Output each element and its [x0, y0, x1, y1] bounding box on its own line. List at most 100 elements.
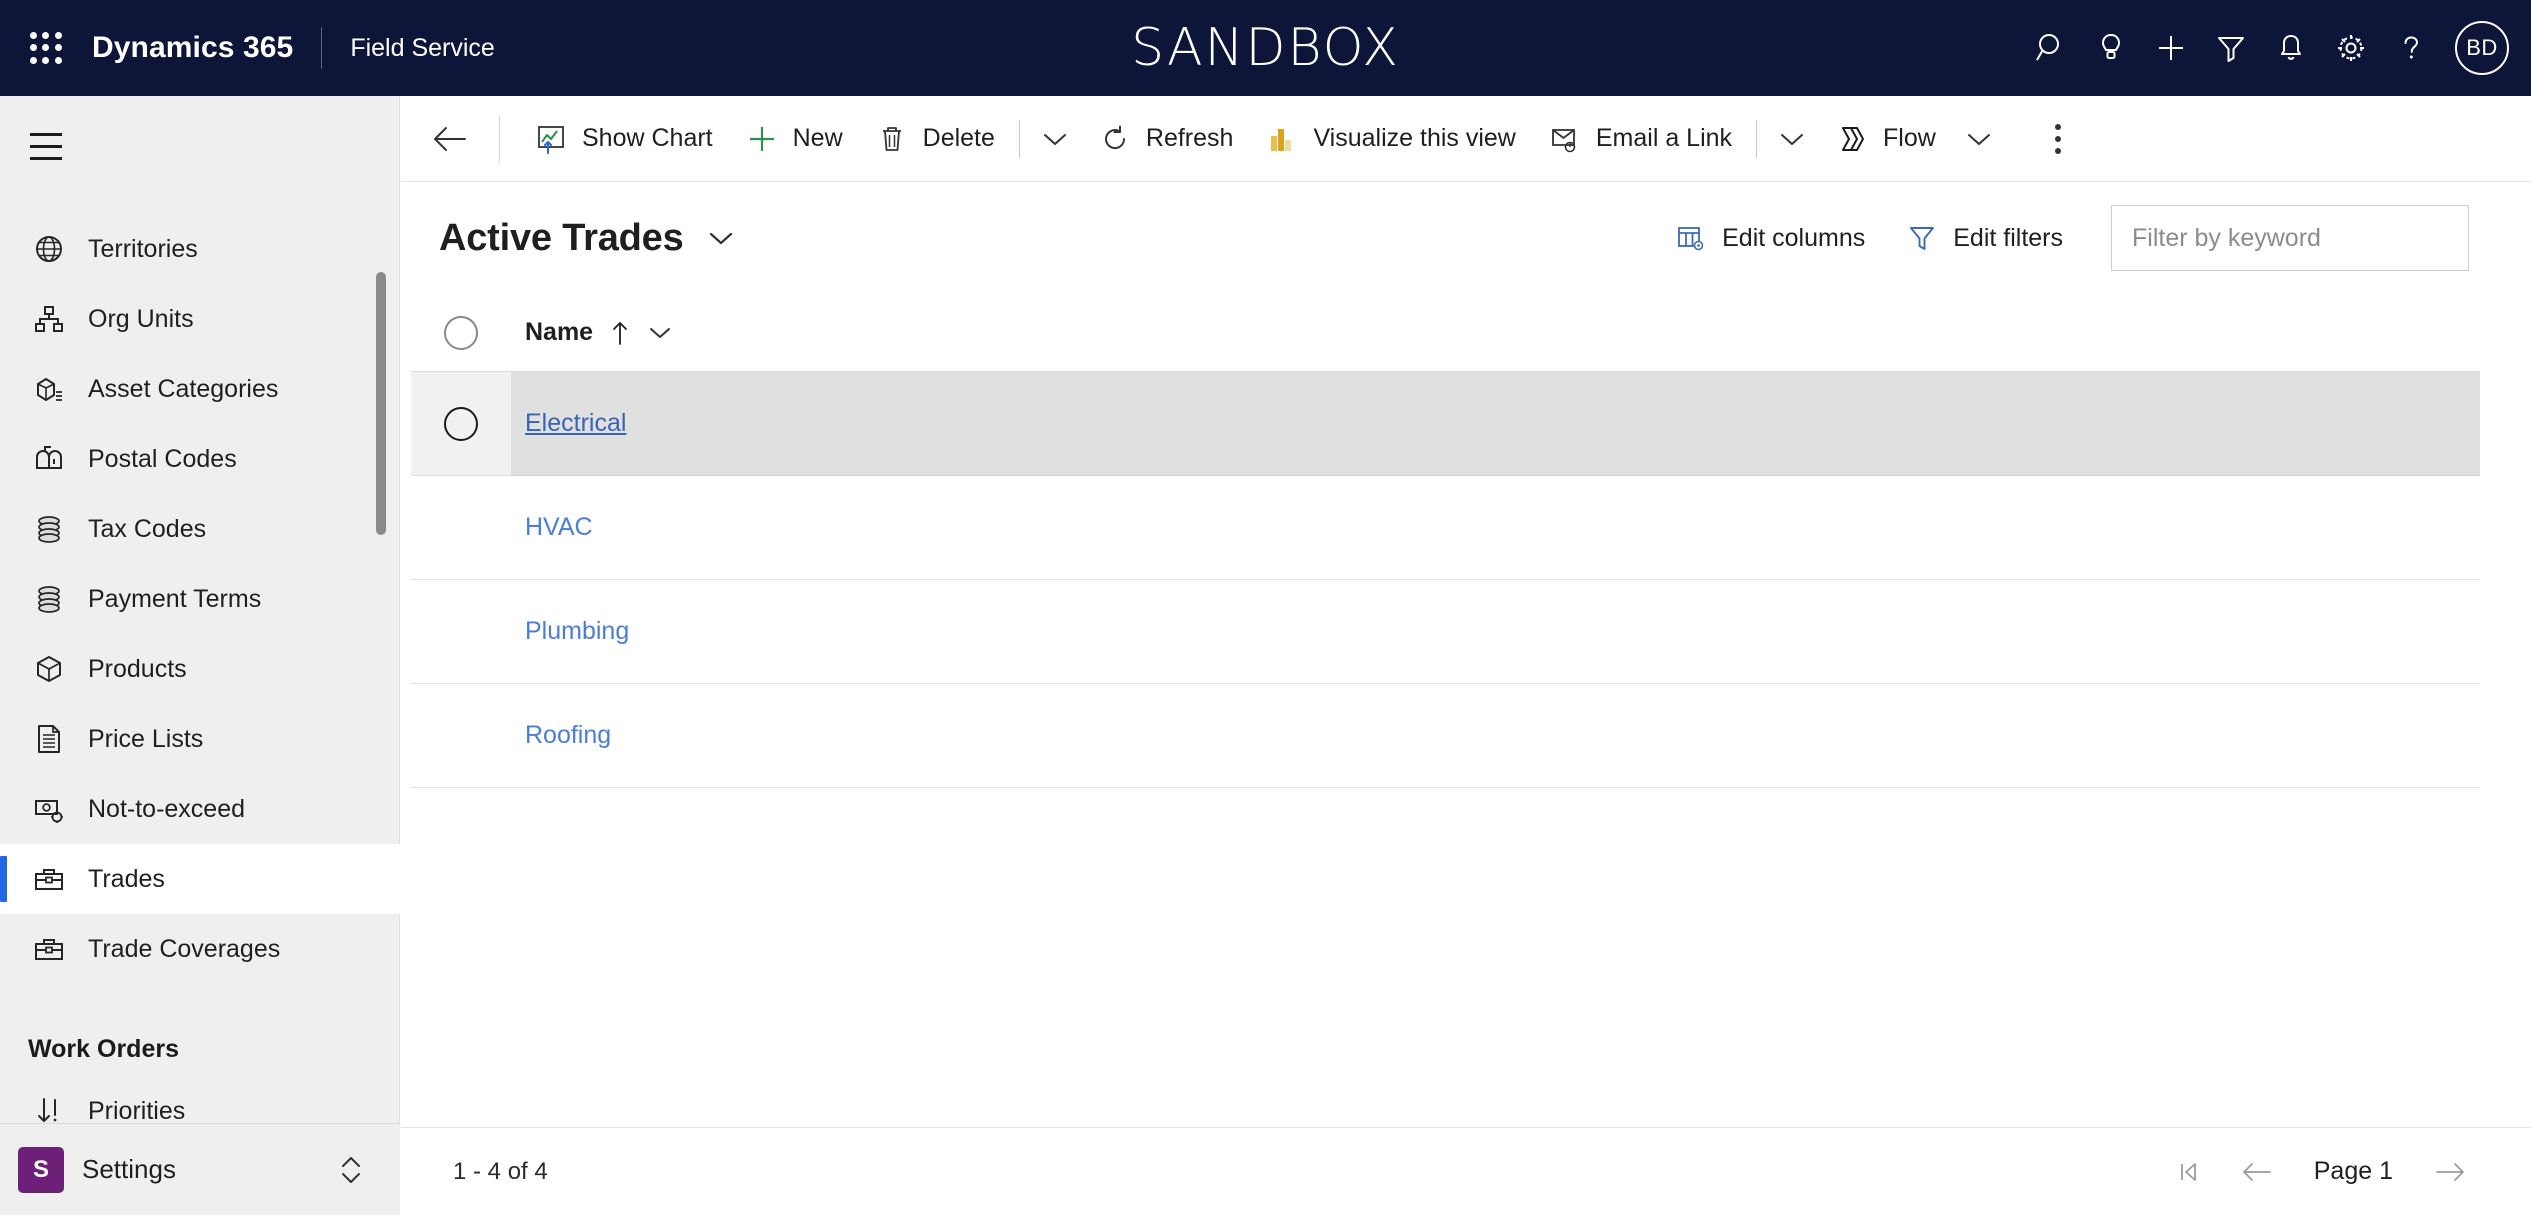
flow-chevron-down-icon[interactable]: [1952, 108, 2006, 170]
org-chart-icon: [28, 298, 70, 340]
sidebar-item-trade-coverages[interactable]: Trade Coverages: [0, 914, 400, 984]
sidebar-item-products[interactable]: Products: [0, 634, 400, 704]
toolbox-icon: [28, 928, 70, 970]
grid-footer: 1 - 4 of 4 Page 1: [401, 1127, 2531, 1215]
hamburger-icon[interactable]: [30, 120, 82, 172]
app-root: Dynamics 365 Field Service SANDBOX BD Te…: [0, 0, 2531, 1215]
back-arrow-icon[interactable]: [419, 108, 481, 170]
gear-icon[interactable]: [2321, 18, 2381, 78]
box-icon: [28, 648, 70, 690]
first-page-icon[interactable]: [2160, 1143, 2218, 1201]
row-link[interactable]: HVAC: [525, 513, 593, 542]
row-link[interactable]: Plumbing: [525, 617, 629, 646]
row-cell-name[interactable]: Electrical: [511, 372, 2480, 476]
email-overflow-chevron-down-icon[interactable]: [1765, 108, 1819, 170]
avatar[interactable]: BD: [2455, 21, 2509, 75]
sidebar-item-label: Not-to-exceed: [88, 794, 246, 823]
brand-divider: [321, 27, 323, 69]
prev-page-icon[interactable]: [2228, 1143, 2286, 1201]
table-row[interactable]: Electrical: [411, 372, 2480, 476]
plus-icon[interactable]: [2141, 18, 2201, 78]
sidebar-area-switcher[interactable]: S Settings: [0, 1123, 400, 1215]
command-bar-divider: [1756, 119, 1758, 158]
sidebar-nav-list: Territories Org Units Asset Categories P…: [0, 214, 400, 1174]
filter-icon[interactable]: [2201, 18, 2261, 78]
settings-badge: S: [18, 1146, 64, 1193]
sidebar-item-label: Price Lists: [88, 724, 204, 753]
table-row[interactable]: HVAC: [411, 476, 2480, 580]
row-select-circle-icon[interactable]: [444, 406, 478, 441]
row-cell-name[interactable]: Plumbing: [511, 580, 2480, 684]
email-a-link-button[interactable]: Email a Link: [1532, 108, 1748, 170]
question-icon[interactable]: [2381, 18, 2441, 78]
select-all-circle-icon[interactable]: [444, 315, 478, 350]
sidebar-item-tax-codes[interactable]: Tax Codes: [0, 494, 400, 564]
app-launcher-icon[interactable]: [24, 26, 68, 70]
sidebar-item-label: Tax Codes: [88, 514, 207, 543]
more-vertical-icon[interactable]: [2030, 108, 2086, 170]
select-all-cell[interactable]: [411, 294, 511, 371]
bar-chart-icon: [1265, 124, 1299, 154]
sidebar-item-org-units[interactable]: Org Units: [0, 284, 400, 354]
row-select-cell[interactable]: [411, 372, 511, 476]
settings-label: Settings: [82, 1154, 176, 1184]
app-name[interactable]: Field Service: [350, 34, 495, 63]
email-link-icon: [1548, 124, 1582, 154]
command-label: Refresh: [1145, 124, 1234, 152]
row-link[interactable]: Roofing: [525, 721, 611, 750]
sidebar-scrollbar[interactable]: [376, 272, 386, 535]
sidebar-item-territories[interactable]: Territories: [0, 214, 400, 284]
table-row[interactable]: Roofing: [411, 684, 2480, 788]
lightbulb-icon[interactable]: [2081, 18, 2141, 78]
view-header: Active Trades Edit columns Edit filters: [401, 182, 2531, 294]
sidebar-item-label: Trades: [88, 864, 165, 893]
edit-columns-button[interactable]: Edit columns: [1654, 209, 1885, 267]
sidebar-item-not-to-exceed[interactable]: Not-to-exceed: [0, 774, 400, 844]
row-select-cell[interactable]: [411, 580, 511, 684]
flow-icon: [1835, 124, 1869, 154]
row-select-cell[interactable]: [411, 476, 511, 580]
edit-filters-button[interactable]: Edit filters: [1885, 209, 2083, 267]
flow-button[interactable]: Flow: [1819, 108, 1952, 170]
visualize-this-view-button[interactable]: Visualize this view: [1249, 108, 1531, 170]
command-label: Email a Link: [1595, 124, 1733, 152]
sidebar-item-trades[interactable]: Trades: [0, 844, 400, 914]
data-grid: Name Electrical HVAC Plumbing Roofing: [411, 294, 2480, 788]
search-input[interactable]: [2132, 223, 2448, 253]
page-label: Page 1: [2313, 1157, 2393, 1185]
mailbox-icon: [28, 438, 70, 480]
row-select-cell[interactable]: [411, 684, 511, 788]
view-selector-chevron-down-icon[interactable]: [706, 227, 736, 249]
edit-columns-label: Edit columns: [1722, 223, 1866, 252]
brand-title[interactable]: Dynamics 365: [92, 31, 293, 65]
top-header-actions: BD: [2021, 18, 2531, 78]
delete-button[interactable]: Delete: [859, 108, 1011, 170]
new-button[interactable]: New: [729, 108, 859, 170]
command-label: New: [792, 124, 843, 152]
row-cell-name[interactable]: HVAC: [511, 476, 2480, 580]
edit-filters-label: Edit filters: [1953, 223, 2063, 252]
arrow-up-icon: [609, 319, 631, 347]
sidebar-item-asset-categories[interactable]: Asset Categories: [0, 354, 400, 424]
refresh-button[interactable]: Refresh: [1082, 108, 1250, 170]
toolbox-icon: [28, 858, 70, 900]
column-menu-chevron-down-icon[interactable]: [647, 324, 673, 342]
bell-icon[interactable]: [2261, 18, 2321, 78]
delete-overflow-chevron-down-icon[interactable]: [1028, 108, 1082, 170]
table-row[interactable]: Plumbing: [411, 580, 2480, 684]
sidebar-item-payment-terms[interactable]: Payment Terms: [0, 564, 400, 634]
record-count: 1 - 4 of 4: [453, 1157, 548, 1185]
column-header-name[interactable]: Name: [511, 294, 2480, 371]
command-label: Visualize this view: [1313, 124, 1516, 152]
row-cell-name[interactable]: Roofing: [511, 684, 2480, 788]
show-chart-button[interactable]: Show Chart: [518, 108, 729, 170]
sidebar-item-label: Postal Codes: [88, 444, 237, 473]
search-icon[interactable]: [2021, 18, 2081, 78]
sidebar: Territories Org Units Asset Categories P…: [0, 96, 400, 1215]
sidebar-item-postal-codes[interactable]: Postal Codes: [0, 424, 400, 494]
sidebar-item-price-lists[interactable]: Price Lists: [0, 704, 400, 774]
next-page-icon[interactable]: [2421, 1143, 2479, 1201]
search-box[interactable]: [2111, 205, 2469, 271]
row-link[interactable]: Electrical: [525, 409, 626, 438]
chevron-up-down-icon[interactable]: [336, 1151, 366, 1189]
